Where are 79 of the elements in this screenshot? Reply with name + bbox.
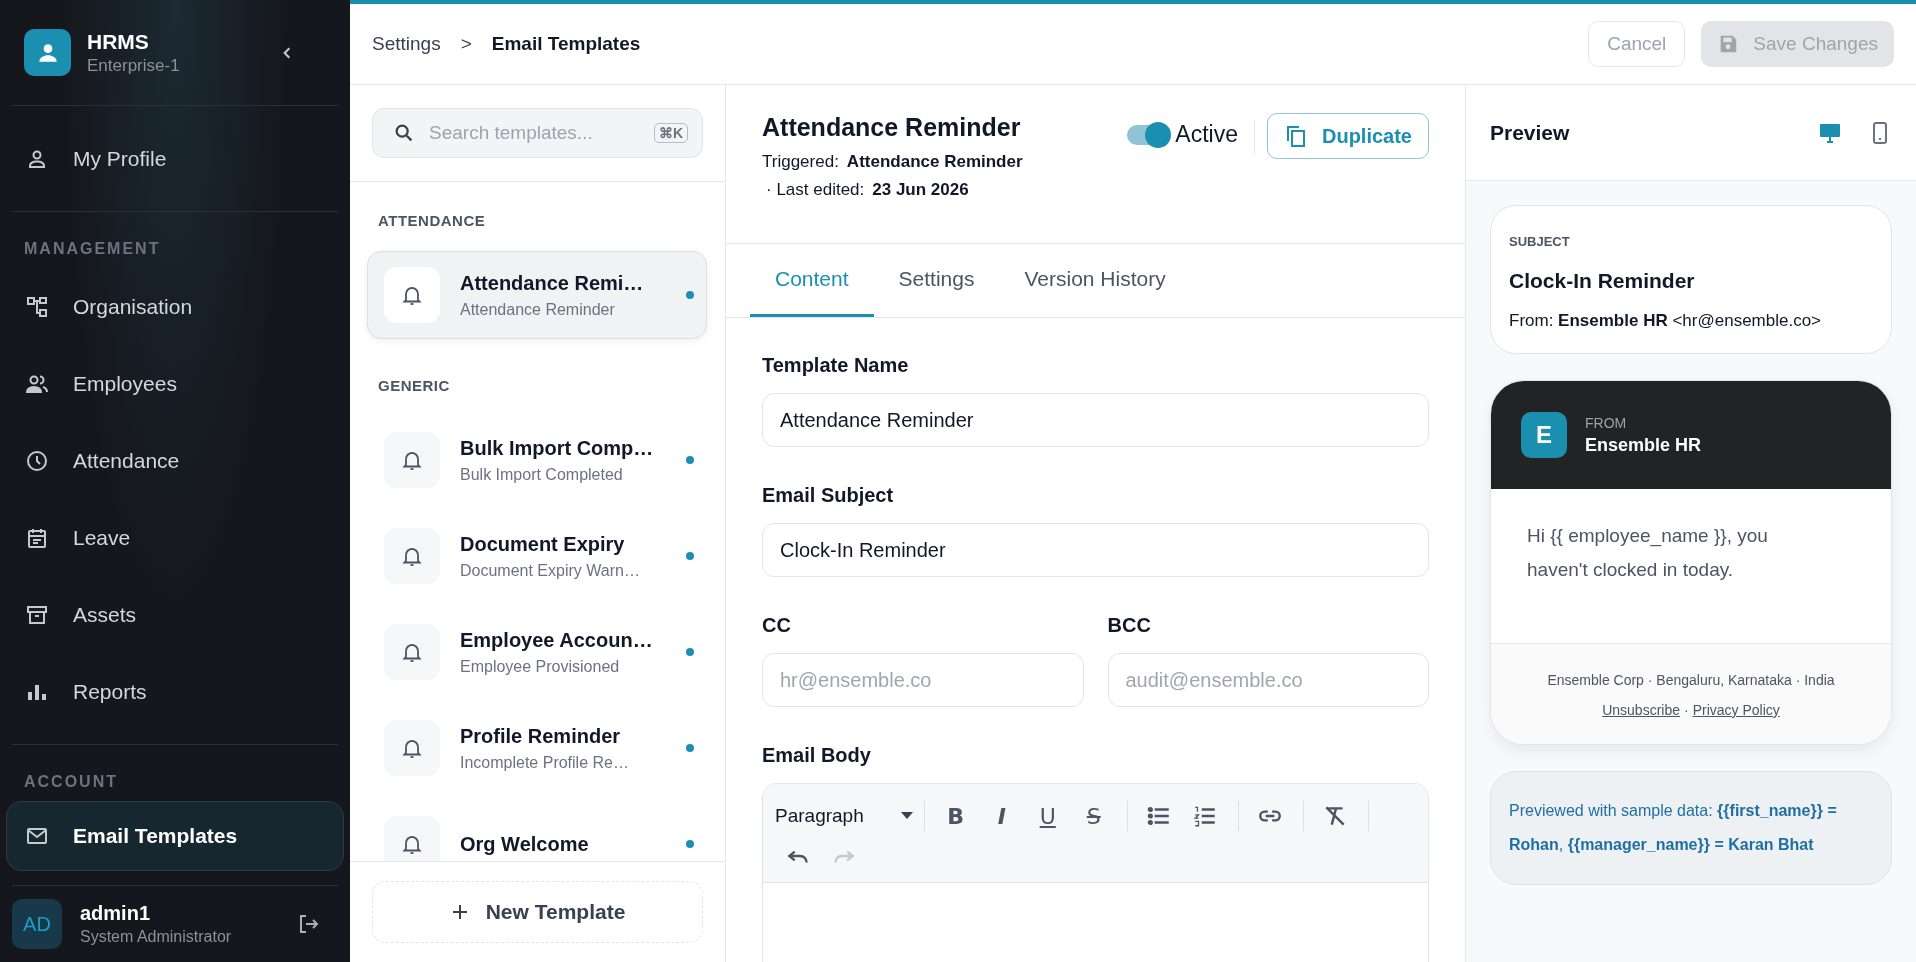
user-role: System Administrator [80,928,233,947]
underline-button[interactable]: U [1024,796,1071,836]
bell-icon [384,528,440,584]
cc-field[interactable]: hr@ensemble.co [762,653,1084,707]
template-title: Attendance Reminder [762,113,1022,142]
template-item[interactable]: Bulk Import Comp… Bulk Import Completed [367,416,707,504]
italic-button[interactable]: I [978,796,1025,836]
template-item[interactable]: Employee Accoun… Employee Provisioned [367,608,707,696]
brand-logo-icon [24,29,71,77]
block-format-dropdown[interactable]: Paragraph [775,798,914,834]
bold-button[interactable]: B [932,796,979,836]
breadcrumb-current: Email Templates [491,33,641,55]
section-label: ACCOUNT [23,772,119,793]
bcc-field[interactable]: audit@ensemble.co [1107,653,1429,707]
from-label: FROM [1585,414,1628,431]
nav-item[interactable]: Leave [12,499,338,577]
subject-field[interactable]: Clock-In Reminder [762,523,1429,577]
privacy-policy-link[interactable]: Privacy Policy [1692,702,1780,718]
breadcrumb-link[interactable]: Settings [372,33,441,55]
unsubscribe-link[interactable]: Unsubscribe [1602,702,1680,718]
field-label: Email Subject [762,484,895,507]
clock-icon [25,448,49,473]
sample-data-note: Previewed with sample data: {{first_name}} = Rohan, {{manager_name}} = Karan Bhat [1490,771,1892,885]
nav-item[interactable]: Attendance [12,422,338,500]
template-item[interactable]: Profile Reminder Incomplete Profile Re… [367,704,707,792]
sender-avatar: E [1521,412,1567,458]
nav-item[interactable]: My Profile [12,120,338,198]
nav-item[interactable]: Email Templates [6,801,344,872]
search-field[interactable]: Search templates... ⌘K [372,108,703,158]
nav-item[interactable]: Assets [12,576,338,654]
bell-icon [384,816,440,861]
tab[interactable]: Settings [873,244,1000,317]
template-item[interactable]: Org Welcome [367,800,707,861]
caret-icon [899,812,914,820]
template-name-field[interactable]: Attendance Reminder [762,393,1429,447]
user-name: admin1 [80,902,152,926]
bell-icon [384,432,440,488]
new-template-button[interactable]: New Template [372,881,703,943]
org-chart-icon [25,294,49,319]
tab[interactable]: Content [750,244,874,317]
active-switch[interactable] [1127,124,1170,145]
field-label: Email Body [762,744,872,767]
shortcut-hint: ⌘K [653,123,688,143]
meta-value: 23 Jun 2026 [872,180,969,200]
tab[interactable]: Version History [999,244,1191,317]
group-label: ATTENDANCE [377,211,487,231]
bell-icon [384,624,440,680]
field-label: Template Name [762,354,910,377]
subject-text: Clock-In Reminder [1509,269,1696,293]
bell-icon [384,720,440,776]
field-label: BCC [1107,614,1152,637]
nav-item[interactable]: Employees [12,345,338,423]
breadcrumb-separator: > [460,33,472,55]
switch-label: Active [1175,121,1238,148]
nav-item[interactable]: Organisation [12,268,338,346]
strike-button[interactable]: S [1070,796,1117,836]
meta-label: Triggered: [762,152,839,172]
user-avatar: AD [12,899,62,950]
template-item[interactable]: Attendance Remi… Attendance Reminder [367,251,707,339]
footer-address: Ensemble Corp · Bengaluru, Karnataka · India [1547,672,1835,688]
meta-value: Attendance Reminder [846,152,1023,172]
search-input[interactable]: Search templates... [427,121,642,145]
link-separator: · [1684,702,1689,718]
group-label: GENERIC [377,376,451,396]
nav-item[interactable]: Reports [12,653,338,731]
meta-label: · Last edited: [766,180,865,200]
field-label: CC [762,614,792,637]
search-icon [393,122,415,144]
from-line: From: Ensemble HR <hr@ensemble.co> [1509,311,1823,331]
bell-icon [384,267,440,323]
preview-title: Preview [1490,120,1570,145]
brand-name: HRMS [87,29,150,54]
template-item[interactable]: Document Expiry Document Expiry Warn… [367,512,707,600]
section-label: MANAGEMENT [23,239,162,260]
duplicate-button[interactable]: Duplicate [1266,113,1429,159]
subject-label: SUBJECT [1509,234,1571,249]
email-body-text: Hi {{ employee_name }}, you haven't clocked in today. [1527,524,1769,582]
brand-subtitle: Enterprise-1 [87,55,181,76]
sender-name: Ensemble HR [1585,434,1702,456]
